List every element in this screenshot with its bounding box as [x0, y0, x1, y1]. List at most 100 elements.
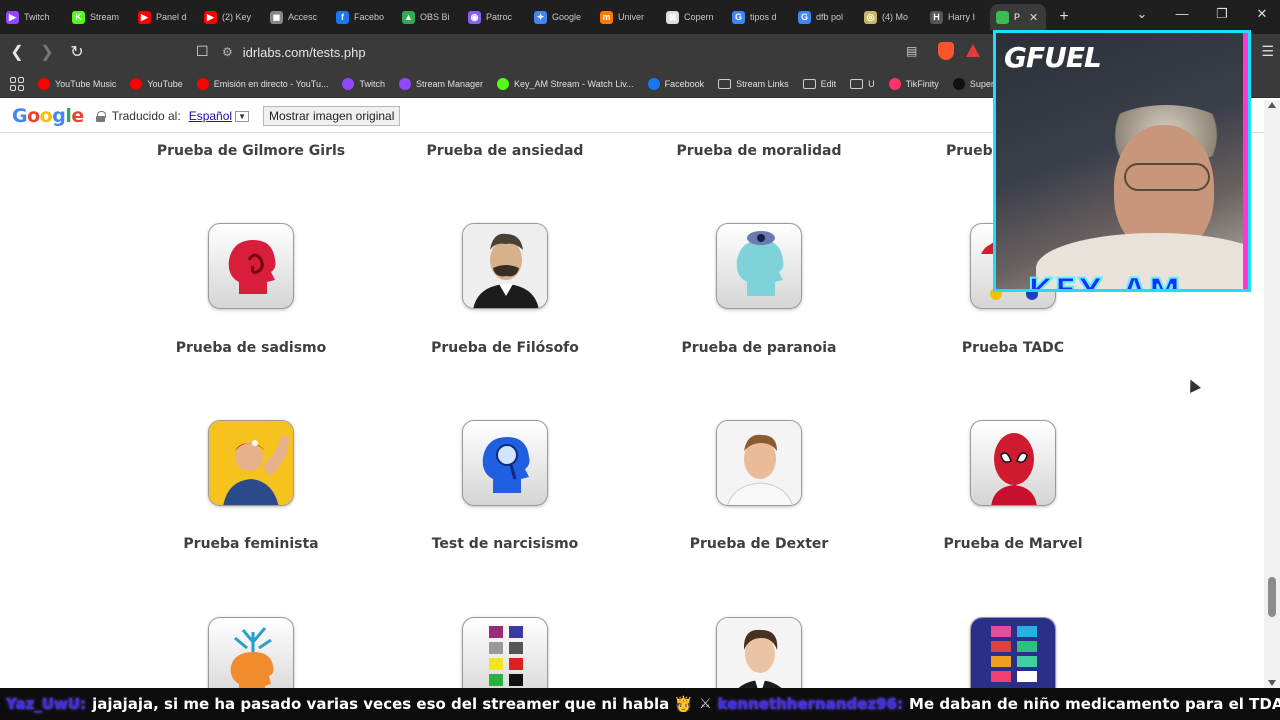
- narcissism-mirror-head-icon[interactable]: [462, 420, 548, 506]
- paranoia-eye-head-icon[interactable]: [716, 223, 802, 309]
- dexter-portrait-icon[interactable]: [716, 420, 802, 506]
- test-title[interactable]: Prueba feminista: [124, 536, 378, 552]
- scroll-down-arrow-icon[interactable]: [1268, 680, 1276, 686]
- tab-search-icon[interactable]: ⌄: [1134, 6, 1150, 22]
- bookmark-item[interactable]: U: [850, 78, 875, 89]
- restore-icon[interactable]: ❐: [1214, 6, 1230, 22]
- site-settings-icon[interactable]: ⚙: [222, 45, 233, 59]
- bookmark-favicon-icon: [38, 77, 50, 90]
- bookmark-item[interactable]: Stream Links: [718, 78, 789, 89]
- brave-rewards-icon[interactable]: [966, 44, 980, 57]
- swords-icon: ⚔: [699, 696, 712, 712]
- streamer-name-logo: KEY_AM: [1027, 270, 1183, 292]
- philosopher-portrait-icon[interactable]: [462, 223, 548, 309]
- test-title[interactable]: Prueba de Gilmore Girls: [124, 143, 378, 159]
- tab-label: tipos d: [750, 12, 777, 22]
- bookmark-item[interactable]: Stream Manager: [399, 77, 483, 90]
- tab-label: Twitch: [24, 12, 50, 22]
- brain-tree-head-icon[interactable]: [208, 617, 294, 688]
- tab-label: Facebo: [354, 12, 385, 22]
- tab-label: (4) Mo: [882, 12, 909, 22]
- rosie-riveter-icon[interactable]: [208, 420, 294, 506]
- minimize-icon[interactable]: —: [1174, 6, 1190, 22]
- glasses-icon: [1124, 163, 1210, 191]
- browser-tab[interactable]: ✦ Google: [528, 4, 594, 30]
- spiderman-mask-icon[interactable]: [970, 420, 1056, 506]
- close-tab-icon[interactable]: ✕: [1029, 11, 1038, 24]
- close-window-icon[interactable]: ✕: [1254, 6, 1270, 22]
- test-title[interactable]: Prueba de moralidad: [632, 143, 886, 159]
- scroll-up-arrow-icon[interactable]: [1268, 102, 1276, 108]
- new-tab-button[interactable]: +: [1054, 8, 1074, 26]
- bookmark-favicon-icon: [399, 77, 411, 90]
- bookmark-label: YouTube Music: [55, 78, 117, 89]
- bookmark-favicon-icon: [888, 77, 901, 90]
- test-title[interactable]: Test de narcisismo: [378, 536, 632, 552]
- test-title[interactable]: Prueba de ansiedad: [378, 143, 632, 159]
- browser-tab[interactable]: ▶ Twitch: [0, 4, 66, 30]
- tab-label: Stream: [90, 12, 120, 22]
- browser-tab[interactable]: ⊠ Copern: [660, 4, 726, 30]
- tab-label: Copern: [684, 12, 714, 22]
- browser-tab[interactable]: Gtipos d: [726, 4, 792, 30]
- gfuel-logo: GFUEL: [1004, 41, 1102, 74]
- bookmark-item[interactable]: YouTube: [130, 77, 183, 90]
- menu-icon[interactable]: ☰: [1261, 43, 1274, 60]
- tab-label: Accesc: [288, 12, 318, 22]
- bookmark-label: TikFinity: [905, 78, 939, 89]
- bookmark-favicon-icon: [342, 77, 355, 90]
- active-tab[interactable]: P ✕: [990, 4, 1046, 30]
- test-title[interactable]: Prueba de Dexter: [632, 536, 886, 552]
- apps-grid-icon[interactable]: [10, 76, 24, 91]
- reload-button[interactable]: ↻: [64, 39, 90, 65]
- sadism-head-icon[interactable]: [208, 223, 294, 309]
- bookmark-label: Key_AM Stream - Watch Liv...: [514, 78, 634, 89]
- browser-tab[interactable]: ▶ Panel d: [132, 4, 198, 30]
- brave-shields-icon[interactable]: [938, 42, 954, 60]
- language-select[interactable]: Español: [189, 109, 232, 123]
- back-button[interactable]: ❮: [4, 39, 30, 65]
- test-title[interactable]: Prueba de Marvel: [886, 536, 1140, 552]
- bookmark-label: Facebook: [664, 78, 705, 89]
- color-swatches-icon[interactable]: [462, 617, 548, 688]
- page-scrollbar[interactable]: [1264, 100, 1280, 688]
- bookmark-item[interactable]: Facebook: [647, 77, 705, 90]
- tab-favicon-icon: G: [798, 10, 811, 24]
- businessman-portrait-icon[interactable]: [716, 617, 802, 688]
- browser-tab[interactable]: ◼ Accesc: [264, 4, 330, 30]
- chat-username: kennethhernandez96:: [717, 695, 904, 713]
- forward-button[interactable]: ❯: [34, 39, 60, 65]
- bookmark-item[interactable]: Emisión en directo - YouTu...: [196, 77, 328, 90]
- bookmark-label: YouTube: [147, 78, 183, 89]
- bookmark-item[interactable]: TikFinity: [888, 77, 939, 90]
- browser-tab[interactable]: Gdfb pol: [792, 4, 858, 30]
- overlay-accent-bar: [1243, 33, 1248, 289]
- browser-tab[interactable]: ◉ Patroc: [462, 4, 528, 30]
- bookmark-icon[interactable]: ☐: [196, 43, 209, 60]
- test-title[interactable]: Prueba de Filósofo: [378, 340, 632, 356]
- browser-tab[interactable]: ▶ (2) Key: [198, 4, 264, 30]
- test-title[interactable]: Prueba de sadismo: [124, 340, 378, 356]
- browser-tab[interactable]: f Facebo: [330, 4, 396, 30]
- browser-tab[interactable]: H Harry I: [924, 4, 990, 30]
- browser-tab[interactable]: ◎ (4) Mo: [858, 4, 924, 30]
- reader-mode-icon[interactable]: ▤: [906, 44, 917, 58]
- bookmark-item[interactable]: Edit: [802, 78, 837, 89]
- address-bar[interactable]: ⚙ idrlabs.com/tests.php: [222, 39, 932, 65]
- show-original-button[interactable]: Mostrar imagen original: [262, 106, 401, 126]
- color-grid-icon[interactable]: [970, 617, 1056, 688]
- test-title[interactable]: Prueba de paranoia: [632, 340, 886, 356]
- bookmark-item[interactable]: YouTube Music: [38, 77, 117, 90]
- browser-tab[interactable]: K Stream: [66, 4, 132, 30]
- chevron-down-icon[interactable]: ▼: [235, 110, 249, 122]
- scrollbar-thumb[interactable]: [1268, 577, 1276, 617]
- bookmark-item[interactable]: Key_AM Stream - Watch Liv...: [497, 77, 634, 90]
- chat-message: Me daban de niño medicamento para el TDA…: [909, 695, 1280, 713]
- browser-tab[interactable]: ▲ OBS Bi: [396, 4, 462, 30]
- browser-tab[interactable]: m Univer: [594, 4, 660, 30]
- test-title[interactable]: Prueba TADC: [886, 340, 1140, 356]
- google-logo: Google: [12, 105, 84, 127]
- tab-favicon-icon: G: [732, 10, 745, 24]
- bookmark-label: Edit: [820, 78, 837, 89]
- bookmark-item[interactable]: Twitch: [342, 77, 385, 90]
